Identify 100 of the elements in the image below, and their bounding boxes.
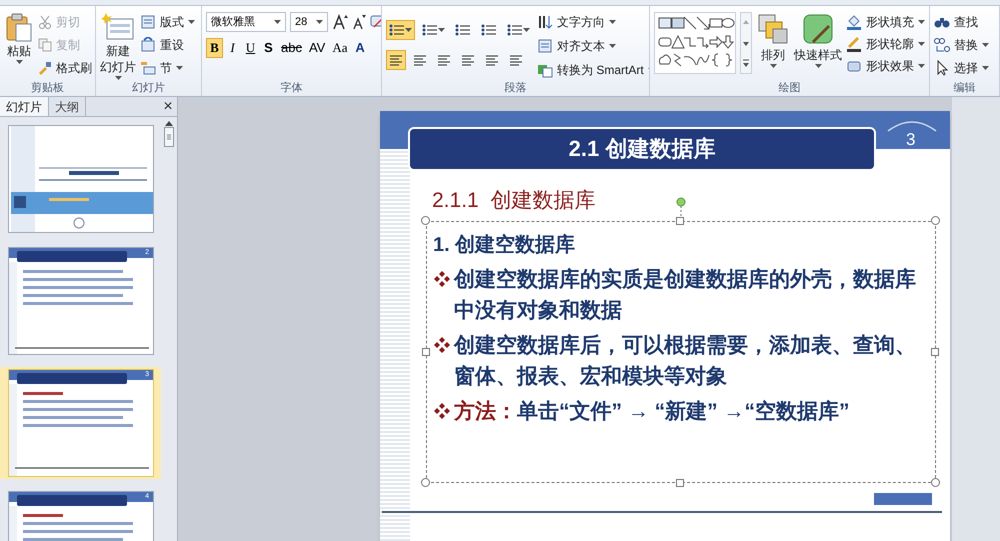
format-button[interactable]: A xyxy=(352,38,369,58)
dropdown-caret-icon xyxy=(316,20,323,24)
smartart-icon xyxy=(537,62,553,78)
bullet-text: 方法：单击“文件” → “新建” →“空数据库” xyxy=(454,398,850,425)
dropdown-caret-icon xyxy=(405,28,412,32)
ribbon-button[interactable]: 版式 xyxy=(140,12,195,32)
font-size-field[interactable]: 28 xyxy=(290,12,328,32)
ribbon-button[interactable]: 快速样式 xyxy=(794,12,842,69)
numbering-icon xyxy=(422,23,438,37)
slide-number: 3 xyxy=(906,129,916,151)
format-button[interactable]: U xyxy=(242,38,259,58)
dropdown-caret-icon xyxy=(188,20,195,24)
dropdown-caret-icon xyxy=(982,42,989,48)
line-shape-icon xyxy=(683,16,698,30)
resize-handle-icon xyxy=(421,216,430,225)
ribbon-button[interactable]: 选择 xyxy=(934,58,989,78)
ribbon-button[interactable]: 形状轮廓 xyxy=(846,34,925,54)
group-label: 幻灯片 xyxy=(131,81,166,96)
down-arrow-shape-icon xyxy=(721,34,736,49)
ribbon-button[interactable]: 粘贴 xyxy=(4,12,34,65)
new-slide-icon xyxy=(101,12,135,42)
decrease-indent-icon xyxy=(455,23,471,37)
line-spacing-icon xyxy=(507,23,523,37)
dropdown-caret-icon xyxy=(114,76,122,81)
resize-handle-icon xyxy=(931,216,940,225)
format-button[interactable]: AV xyxy=(306,38,328,58)
ribbon-button[interactable]: 形状填充 xyxy=(846,12,925,32)
quick-styles-icon xyxy=(801,12,835,46)
format-button[interactable]: I xyxy=(224,38,241,58)
bullet-text: 创建空数据库的实质是创建数据库的外壳，数据库中没有对象和数据 xyxy=(454,266,917,324)
resize-handle-icon xyxy=(676,479,685,488)
group-label: 字体 xyxy=(280,80,304,96)
elbow-connector-shape-icon xyxy=(683,34,698,49)
resize-handle-icon xyxy=(421,478,430,487)
group-label: 编辑 xyxy=(952,81,976,96)
ribbon-button[interactable]: 形状效果 xyxy=(846,56,925,76)
group-label: 段落 xyxy=(504,81,528,96)
format-button[interactable]: B xyxy=(206,38,223,58)
scissors-icon xyxy=(38,15,52,29)
ribbon-button[interactable]: 新建 幻灯片 xyxy=(100,12,136,81)
columns-icon xyxy=(509,54,523,66)
curve-shape-icon xyxy=(696,53,710,68)
reset-icon xyxy=(140,37,156,53)
format-button[interactable]: abc xyxy=(278,38,305,58)
replace-icon xyxy=(934,37,950,53)
format-button[interactable]: S xyxy=(260,38,277,58)
resize-handle-icon xyxy=(676,217,685,226)
slide-title: 2.1 创建数据库 xyxy=(408,127,876,171)
paintbrush-icon xyxy=(38,61,52,75)
elbow-arrow-shape-icon xyxy=(696,34,710,49)
bullets-icon xyxy=(389,23,405,37)
dropdown-caret-icon xyxy=(918,42,925,46)
arrow-line-shape-icon xyxy=(696,16,710,30)
rectangle-shape-icon xyxy=(708,16,723,30)
arrange-icon xyxy=(756,12,790,46)
dropdown-caret-icon xyxy=(770,64,776,69)
align-center-icon xyxy=(413,54,427,66)
ribbon-button[interactable]: 替换 xyxy=(934,35,989,55)
distributed-icon xyxy=(485,54,499,66)
ribbon-button[interactable]: 查找 xyxy=(934,12,989,32)
resize-handle-icon xyxy=(931,478,940,487)
section-icon xyxy=(140,60,156,76)
ribbon-button[interactable]: 重设 xyxy=(140,35,195,55)
format-button[interactable]: Aa xyxy=(329,38,351,58)
slide-subtitle: 2.1.1 创建数据库 xyxy=(432,188,596,214)
dropdown-caret-icon xyxy=(918,20,925,24)
gallery-scroll-icon xyxy=(740,12,752,74)
dropdown-caret-icon xyxy=(814,64,822,69)
shapes-gallery[interactable] xyxy=(654,12,736,74)
scroll-up-arrow-icon xyxy=(164,119,174,127)
dropdown-caret-icon xyxy=(609,44,616,48)
ribbon-button[interactable]: 格式刷 xyxy=(38,58,92,78)
align-left-icon xyxy=(389,54,403,66)
bullet-text: 创建空数据库后，可以根据需要，添加表、查询、窗体、报表、宏和模块等对象 xyxy=(454,332,917,390)
paragraph-tool-button[interactable] xyxy=(386,20,415,40)
text-direction-icon xyxy=(537,14,553,30)
text-box-shape-icon xyxy=(658,16,672,30)
diamond-bullet-icon xyxy=(433,402,451,420)
dropdown-caret-icon xyxy=(176,66,183,70)
arc-shape-icon xyxy=(683,53,698,68)
dropdown-caret-icon xyxy=(609,20,616,24)
paint-bucket-icon xyxy=(846,14,862,30)
vertical-scrollbar[interactable] xyxy=(952,97,1000,541)
ribbon-button[interactable]: 节 xyxy=(140,58,195,78)
right-arrow-shape-icon xyxy=(708,34,723,49)
ribbon-button[interactable]: 转换为 SmartArt xyxy=(537,60,649,80)
align-button[interactable] xyxy=(386,50,406,70)
ribbon-button[interactable]: 排列 xyxy=(756,12,790,69)
font-name-field[interactable]: 微软雅黑 xyxy=(206,12,286,32)
increase-indent-icon xyxy=(481,23,497,37)
ribbon-button[interactable]: 对齐文本 xyxy=(537,36,649,56)
dropdown-caret-icon xyxy=(16,60,22,65)
close-button[interactable]: × xyxy=(159,97,177,116)
ribbon-button[interactable]: 文字方向 xyxy=(537,12,649,32)
dropdown-caret-icon xyxy=(982,66,989,70)
pencil-icon xyxy=(846,36,862,52)
resize-handle-icon xyxy=(931,348,940,357)
align-text-icon xyxy=(537,38,553,54)
panel-tab[interactable]: 幻灯片 xyxy=(0,97,49,116)
dropdown-caret-icon xyxy=(274,20,281,24)
